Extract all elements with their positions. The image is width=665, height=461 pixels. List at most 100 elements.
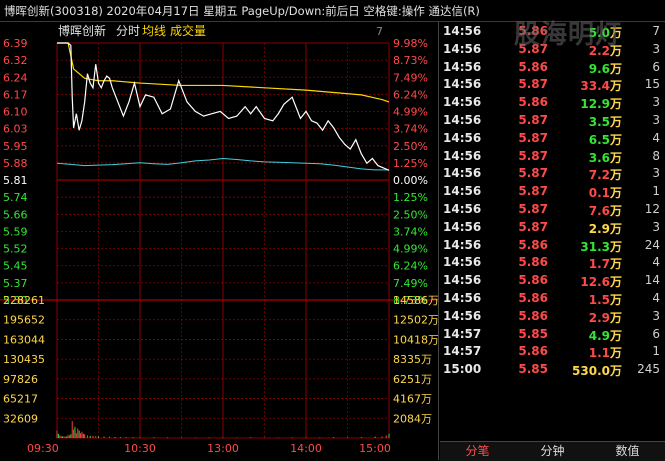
tick-row[interactable]: 14:56 5.87 7.2万 3 (440, 165, 665, 183)
tick-count: 4 (652, 291, 660, 305)
tick-volume-unit: 万 (609, 61, 622, 76)
tick-volume: 1.7万 (550, 255, 622, 272)
tick-price: 5.87 (518, 219, 548, 234)
tab-minutes[interactable]: 分钟 (515, 443, 590, 460)
tick-row[interactable]: 14:56 5.87 33.4万 15 (440, 76, 665, 94)
tick-time: 14:56 (443, 130, 482, 145)
percent-tick-label: 3.74% (393, 123, 428, 136)
tick-count: 245 (637, 362, 660, 377)
volume-amount-label: 6251万 (393, 373, 432, 386)
volume-tick-label: 130435 (3, 353, 45, 366)
price-tick-label: 5.95 (3, 140, 28, 153)
tick-time: 14:56 (443, 113, 482, 127)
tick-volume: 9.6万 (550, 60, 622, 77)
percent-tick-label: 2.50% (393, 208, 428, 221)
tick-time: 14:56 (443, 273, 482, 288)
tick-count: 3 (652, 113, 660, 127)
tick-row[interactable]: 14:56 5.86 1.7万 4 (440, 254, 665, 272)
tick-volume-unit: 万 (609, 221, 622, 236)
time-tick-label: 14:00 (290, 442, 322, 455)
tick-row[interactable]: 15:00 5.85 530.0万 245 (440, 361, 665, 379)
tick-row[interactable]: 14:56 5.87 3.5万 3 (440, 112, 665, 130)
legend-volume[interactable]: 成交量 (170, 23, 206, 38)
tick-volume-value: 7.2 (588, 168, 610, 183)
window-title: 博晖创新(300318) 2020年04月17日 星期五 PageUp/Down… (4, 4, 480, 18)
tick-time: 14:56 (443, 59, 482, 74)
tick-row[interactable]: 14:56 5.87 6.5万 4 (440, 130, 665, 148)
tick-count: 4 (652, 130, 660, 145)
percent-tick-label: 1.25% (393, 157, 428, 170)
tick-volume-value: 7.6 (588, 204, 610, 218)
tick-volume-unit: 万 (609, 150, 622, 165)
tick-time: 14:56 (443, 77, 482, 92)
tick-price: 5.86 (518, 95, 548, 110)
tick-time: 14:57 (443, 344, 482, 359)
tick-row[interactable]: 14:56 5.87 7.6万 12 (440, 201, 665, 219)
tick-volume: 4.9万 (550, 327, 622, 344)
tab-values[interactable]: 数值 (590, 443, 665, 460)
tick-time: 14:56 (443, 148, 482, 163)
tick-price: 5.86 (518, 237, 548, 252)
tick-volume-unit: 万 (609, 97, 622, 112)
tick-volume-value: 2.9 (588, 221, 610, 236)
tick-volume-unit: 万 (609, 204, 622, 218)
tick-volume: 530.0万 (550, 362, 622, 379)
tick-count: 1 (652, 344, 660, 359)
tick-volume-value: 31.3 (580, 239, 610, 254)
tick-row[interactable]: 14:56 5.86 1.5万 4 (440, 290, 665, 308)
tick-count: 7 (652, 24, 660, 38)
tick-volume: 2.9万 (550, 220, 622, 237)
tick-row[interactable]: 14:56 5.87 2.9万 3 (440, 219, 665, 237)
tick-row[interactable]: 14:56 5.87 0.1万 1 (440, 183, 665, 201)
percent-tick-label: 2.50% (393, 140, 428, 153)
tick-time: 14:56 (443, 24, 482, 38)
tick-price: 5.87 (518, 184, 548, 199)
price-tick-label: 5.45 (3, 260, 28, 273)
panel-divider[interactable] (438, 22, 439, 460)
tick-time: 14:56 (443, 184, 482, 199)
tick-volume: 2.9万 (550, 309, 622, 326)
price-tick-label: 5.88 (3, 157, 28, 170)
tick-volume-value: 33.4 (580, 79, 610, 94)
tick-row[interactable]: 14:56 5.86 12.9万 3 (440, 94, 665, 112)
tick-volume: 1.5万 (550, 291, 622, 308)
tick-price: 5.87 (518, 166, 548, 181)
tick-volume: 3.6万 (550, 149, 622, 166)
volume-tick-label: 32609 (3, 412, 38, 425)
intraday-chart[interactable]: 6.39 6.32 6.24 6.17 6.10 6.03 5.95 5.88 5.81 5.74… (0, 22, 438, 460)
tick-count: 3 (652, 219, 660, 234)
percent-axis-right: 9.98% 8.73% 7.49% 6.24% 4.99% 3.74% 2.50% 1.25%… (393, 37, 428, 307)
tick-time: 14:57 (443, 326, 482, 341)
price-tick-label: 6.03 (3, 123, 28, 136)
tick-row[interactable]: 14:56 5.86 2.9万 3 (440, 308, 665, 326)
price-tick-label: 6.39 (3, 37, 28, 50)
price-tick-label: 5.37 (3, 277, 28, 290)
tick-volume: 33.4万 (550, 77, 622, 94)
tick-volume: 1.1万 (550, 344, 622, 361)
price-tick-label: 5.66 (3, 208, 28, 221)
chart-grid (0, 42, 438, 439)
tick-row[interactable]: 14:56 5.86 9.6万 6 (440, 59, 665, 77)
tick-volume-unit: 万 (609, 115, 622, 129)
tab-ticks[interactable]: 分笔 (440, 443, 515, 460)
tick-volume-value: 6.5 (588, 132, 610, 147)
volume-amount-label: 14586万 (393, 294, 438, 307)
legend-mode[interactable]: 分时 (116, 24, 140, 38)
volume-amount-label: 8335万 (393, 353, 432, 366)
tick-price: 5.87 (518, 77, 548, 92)
tick-row[interactable]: 14:57 5.85 4.9万 6 (440, 326, 665, 344)
percent-tick-label: 7.49% (393, 71, 428, 84)
legend-avg-line[interactable]: 均线 (142, 24, 166, 38)
tick-row[interactable]: 14:56 5.86 31.3万 24 (440, 237, 665, 255)
volume-amount-label: 2084万 (393, 412, 432, 425)
tick-row[interactable]: 14:56 5.87 3.6万 8 (440, 148, 665, 166)
tick-price: 5.86 (518, 308, 548, 323)
tick-volume-unit: 万 (609, 328, 622, 343)
tick-row[interactable]: 14:57 5.86 1.1万 1 (440, 343, 665, 361)
tick-volume-value: 530.0 (572, 364, 610, 379)
time-tick-label: 09:30 (27, 442, 59, 455)
tick-volume-unit: 万 (609, 364, 622, 379)
tick-row[interactable]: 14:56 5.86 12.6万 14 (440, 272, 665, 290)
tick-time: 14:56 (443, 255, 482, 270)
percent-tick-label: 9.98% (393, 37, 428, 50)
